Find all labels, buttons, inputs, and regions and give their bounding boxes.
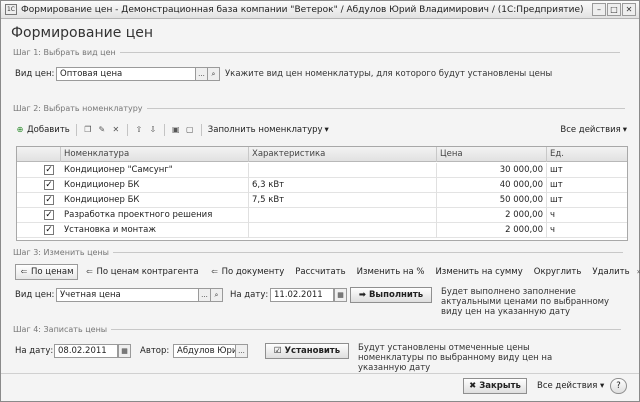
app-window: 1С Формирование цен - Демонстрационная б… [0, 0, 640, 402]
close-icon: ✖ [469, 381, 477, 391]
step4-date-field[interactable]: 08.02.2011 [54, 344, 118, 358]
table-row[interactable]: ✓ Кондиционер БК 6,3 кВт 40 000,00 шт [17, 178, 627, 193]
step4-author-label: Автор: [140, 346, 170, 356]
window-title: Формирование цен - Демонстрационная база… [21, 4, 584, 15]
check-all-icon[interactable]: ▣ [171, 125, 181, 135]
close-window-button[interactable]: ✕ [622, 3, 636, 16]
step4-date-label: На дату: [15, 346, 54, 356]
col-header-unit[interactable]: Ед. [547, 147, 627, 162]
minimize-button[interactable]: – [592, 3, 606, 16]
step1-hint: Укажите вид цен номенклатуры, для которо… [225, 69, 553, 79]
run-button[interactable]: ➡ Выполнить [350, 287, 432, 303]
app-icon: 1С [5, 4, 17, 15]
step3-open-button[interactable]: ⌕ [210, 288, 223, 302]
col-header-item[interactable]: Номенклатура [61, 147, 249, 162]
step3-modes: ⇐ По ценам ⇐ По ценам контрагента ⇐ По доку… [15, 263, 640, 280]
step3-date-label: На дату: [230, 290, 269, 300]
tab-change-percent[interactable]: Изменить на % [353, 264, 429, 280]
search-icon: ⌕ [214, 291, 219, 299]
step3-price-type-field[interactable]: Учетная цена [56, 288, 199, 302]
table-row[interactable]: ✓ Кондиционер "Самсунг" 30 000,00 шт [17, 163, 627, 178]
step4-hint: Будут установлены отмеченные цены номенк… [358, 343, 553, 373]
step2-all-actions-button[interactable]: Все действия ▾ [560, 125, 627, 135]
footer-all-actions-button[interactable]: Все действия ▾ [537, 381, 604, 391]
dropdown-arrow-icon: ▾ [600, 381, 605, 391]
row-checkbox[interactable]: ✓ [44, 195, 54, 205]
more-tabs-icon[interactable]: » [637, 267, 640, 277]
row-checkbox[interactable]: ✓ [44, 180, 54, 190]
step3-calendar-button[interactable]: ▦ [334, 288, 347, 302]
form-title: Формирование цен [11, 25, 154, 41]
step3-hint: Будет выполнено заполнение актуальными ц… [441, 287, 610, 317]
contractor-prices-icon: ⇐ [86, 266, 93, 276]
tab-round[interactable]: Округлить [530, 264, 586, 280]
col-header-characteristic[interactable]: Характеристика [249, 147, 437, 162]
document-icon: ⇐ [211, 266, 218, 276]
row-checkbox[interactable]: ✓ [44, 210, 54, 220]
items-table: Номенклатура Характеристика Цена Ед. ✓ К… [16, 146, 628, 241]
row-checkbox[interactable]: ✓ [44, 165, 54, 175]
run-icon: ➡ [358, 290, 366, 300]
add-icon: ⊕ [16, 125, 24, 134]
row-checkbox[interactable]: ✓ [44, 225, 54, 235]
step4-calendar-button[interactable]: ▦ [118, 344, 131, 358]
step2-header: Шаг 2: Выбрать номенклатуру [13, 104, 625, 113]
move-down-icon[interactable]: ⇩ [148, 125, 158, 135]
step1-open-button[interactable]: ⌕ [207, 67, 220, 81]
calendar-icon: ▦ [121, 347, 128, 355]
fill-items-button[interactable]: Заполнить номенклатуру ▾ [208, 125, 329, 135]
tab-delete[interactable]: Удалить [588, 264, 633, 280]
table-row[interactable]: ✓ Разработка проектного решения 2 000,00… [17, 208, 627, 223]
step1-header: Шаг 1: Выбрать вид цен [13, 48, 620, 57]
dropdown-arrow-icon: ▾ [324, 125, 329, 135]
step2-toolbar: ⊕ Добавить ❐ ✎ ✕ ⇧ ⇩ ▣ ▢ Заполнить номенк… [15, 121, 627, 139]
step4-header: Шаг 4: Записать цены [13, 325, 622, 334]
step1-price-type-field[interactable]: Оптовая цена [56, 67, 196, 81]
set-icon: ☑ [273, 346, 282, 356]
table-row[interactable]: ✓ Установка и монтаж 2 000,00 ч [17, 223, 627, 238]
step4-author-select-button[interactable]: ... [235, 344, 248, 358]
uncheck-all-icon[interactable]: ▢ [185, 125, 195, 135]
col-header-price[interactable]: Цена [437, 147, 547, 162]
tab-by-prices[interactable]: ⇐ По ценам [15, 263, 78, 280]
search-icon: ⌕ [211, 70, 216, 78]
step1-price-type-label: Вид цен: [15, 69, 55, 79]
step3-header: Шаг 3: Изменить цены [13, 248, 623, 257]
step3-price-type-label: Вид цен: [15, 290, 55, 300]
table-header: Номенклатура Характеристика Цена Ед. [17, 147, 627, 162]
close-button[interactable]: ✖ Закрыть [463, 378, 527, 394]
help-button[interactable]: ? [610, 378, 627, 394]
set-prices-button[interactable]: ☑ Установить [265, 343, 349, 359]
tab-by-document[interactable]: ⇐ По документу [206, 264, 289, 280]
step3-date-field[interactable]: 11.02.2011 [270, 288, 334, 302]
tab-by-contractor-prices[interactable]: ⇐ По ценам контрагента [81, 264, 203, 280]
title-bar: 1С Формирование цен - Демонстрационная б… [1, 1, 639, 19]
move-up-icon[interactable]: ⇧ [134, 125, 144, 135]
tab-change-amount[interactable]: Изменить на сумму [431, 264, 526, 280]
prices-icon: ⇐ [20, 266, 28, 276]
delete-icon[interactable]: ✕ [111, 125, 121, 135]
dropdown-arrow-icon: ▾ [622, 125, 627, 135]
table-row[interactable]: ✓ Кондиционер БК 7,5 кВт 50 000,00 шт [17, 193, 627, 208]
tab-calculate[interactable]: Рассчитать [291, 264, 349, 280]
add-button[interactable]: ⊕ Добавить [15, 125, 70, 135]
edit-icon[interactable]: ✎ [97, 125, 107, 135]
step4-author-field[interactable]: Абдулов Юрий [173, 344, 236, 358]
maximize-button[interactable]: □ [607, 3, 621, 16]
copy-icon[interactable]: ❐ [83, 125, 93, 135]
calendar-icon: ▦ [337, 291, 344, 299]
